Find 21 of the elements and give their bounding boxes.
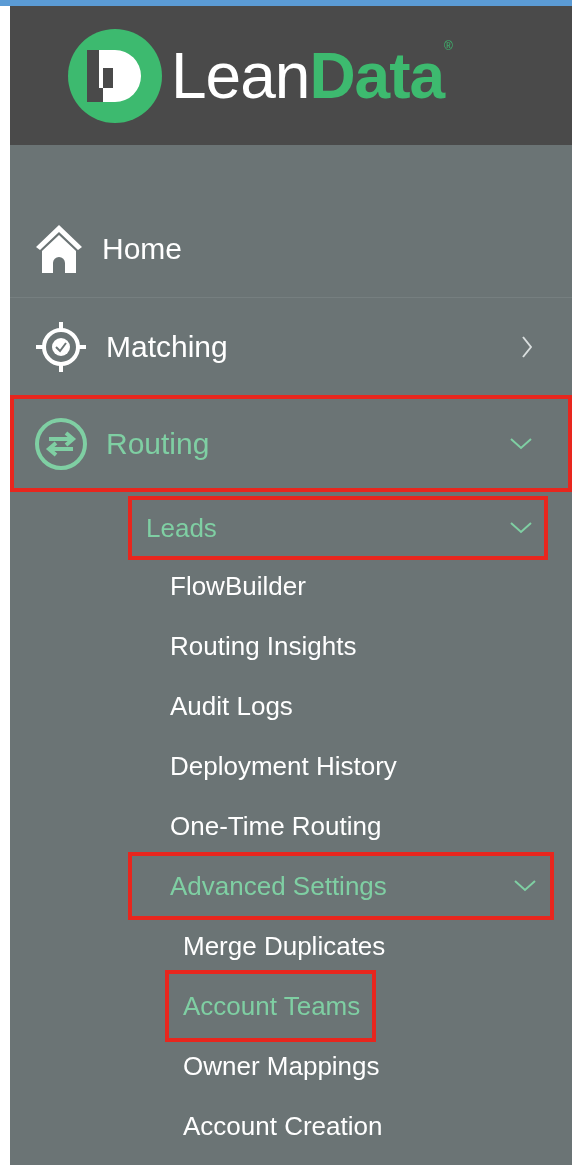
nav-item[interactable]: Home — [10, 200, 572, 297]
arrows-exchange-icon — [34, 416, 88, 471]
submenu-item[interactable]: Routing Insights — [166, 616, 361, 676]
nav-item[interactable]: Matching — [10, 298, 572, 395]
submenu-item[interactable]: Audit Logs — [166, 676, 297, 736]
submenu-item[interactable]: Deployment History — [166, 736, 401, 796]
logo-wordmark-bold: Data — [309, 43, 445, 108]
submenu-item[interactable]: Advanced Settings — [128, 852, 554, 920]
chevron-down-icon — [510, 437, 532, 450]
trademark-mark: ® — [444, 39, 453, 52]
submenu-item[interactable]: Leads — [128, 496, 548, 560]
submenu-item[interactable]: Account Teams — [165, 970, 377, 1042]
home-icon — [34, 222, 84, 275]
nav-item[interactable]: Routing — [10, 395, 572, 492]
chevron-right-icon — [522, 335, 532, 358]
target-icon — [34, 319, 88, 374]
logo-wordmark-light: Lean — [171, 43, 310, 108]
submenu-item[interactable]: Account Creation — [165, 1096, 399, 1156]
logo-icon — [67, 27, 163, 124]
chevron-down-icon — [510, 522, 532, 534]
chevron-down-icon — [514, 880, 536, 892]
